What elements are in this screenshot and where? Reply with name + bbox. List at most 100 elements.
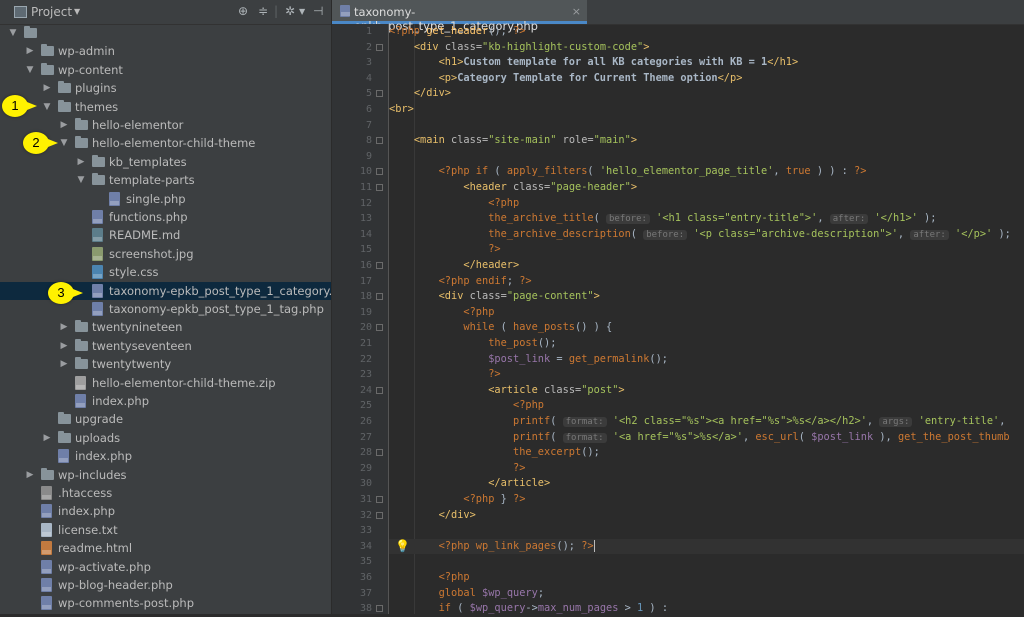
tree-file[interactable]: wp-blog-header.php [0,576,331,594]
tree-folder[interactable]: ▼ [0,24,331,42]
tree-item-label: twentynineteen [92,320,183,335]
callout-3: 3 [48,282,83,304]
line-number: 37 [359,587,372,599]
project-view-selector[interactable]: Project [31,5,72,19]
line-number: 17 [359,275,372,287]
gear-icon[interactable]: ✲ [285,4,295,18]
tree-folder[interactable]: ▶ hello-elementor [0,116,331,134]
tree-item-label: wp-includes [58,467,127,482]
img-file-icon [92,246,103,261]
fold-marker-icon[interactable] [376,168,383,176]
tree-folder[interactable]: ▼ wp-content [0,61,331,79]
php-file-icon [75,394,86,408]
line-number: 33 [359,525,372,537]
chevron-down-icon[interactable]: ▼ [76,171,86,189]
line-number: 15 [359,244,372,256]
tree-item-label: index.php [58,504,116,519]
chevron-down-icon[interactable]: ▼ [42,98,52,116]
line-number: 4 [365,72,372,84]
fold-marker-icon[interactable] [376,324,383,332]
tree-item-label: functions.php [109,210,188,224]
tree-item-label: taxonomy-epkb_post_type_1_category.php [109,283,332,298]
tree-file[interactable]: README.md [0,226,331,244]
close-icon[interactable]: × [572,5,581,18]
chevron-right-icon[interactable]: ▶ [25,42,35,60]
lightbulb-icon[interactable]: 💡 [395,539,410,553]
tree-file[interactable]: index.php [0,447,331,465]
line-number: 22 [359,353,372,365]
fold-marker-icon[interactable] [376,262,383,269]
separator: | [274,4,279,18]
tree-item-label: license.txt [58,522,118,537]
tree-file[interactable]: hello-elementor-child-theme.zip [0,374,331,392]
tree-folder[interactable]: ▶ twentyseventeen [0,337,331,355]
folder-icon [24,26,37,38]
tree-item-label: hello-elementor [92,118,184,132]
folder-icon [41,62,54,75]
line-number: 30 [359,478,372,490]
line-number: 8 [365,135,372,147]
hide-panel-icon[interactable]: ⊣ [313,4,323,18]
tree-folder[interactable]: ▼ themes [0,98,331,116]
tree-item-label: wp-blog-header.php [58,578,173,592]
tree-file[interactable]: .htaccess [0,484,331,502]
chevron-right-icon[interactable]: ▶ [59,116,69,134]
chevron-right-icon[interactable]: ▶ [25,466,35,484]
chevron-down-icon[interactable]: ▼ [74,7,80,16]
tree-folder[interactable]: ▼ template-parts [0,171,331,189]
chevron-right-icon[interactable]: ▶ [76,153,86,171]
tree-folder[interactable]: ▶ uploads [0,429,331,447]
chevron-right-icon[interactable]: ▶ [42,429,52,447]
fold-marker-icon[interactable] [376,449,383,457]
tree-folder[interactable]: ▶ plugins [0,79,331,97]
folder-icon [58,412,71,425]
chevron-down-icon[interactable]: ▼ [8,24,18,42]
locate-icon[interactable]: ⊕ [238,4,248,18]
chevron-right-icon[interactable]: ▶ [59,337,69,355]
tree-file[interactable]: taxonomy-epkb_post_type_1_tag.php [0,300,331,318]
tree-folder[interactable]: ▶ wp-includes [0,466,331,484]
editor-tab-active[interactable]: taxonomy-epkb_post_type_1_category.php × [332,0,587,33]
collapse-icon[interactable]: ≑ [258,4,268,18]
tree-folder[interactable]: ▶ twentytwenty [0,355,331,373]
fold-marker-icon[interactable] [376,605,383,613]
tree-file[interactable]: index.php [0,502,331,520]
tree-file[interactable]: license.txt [0,521,331,539]
tree-file[interactable]: single.php [0,190,331,208]
fold-marker-icon[interactable] [376,90,383,98]
fold-marker-icon[interactable] [376,137,383,145]
tree-file[interactable]: readme.html [0,539,331,557]
tree-item-label: readme.html [58,541,133,556]
tree-item-label: single.php [126,191,186,206]
line-number: 25 [359,400,372,412]
css-file-icon [92,265,103,280]
tree-file[interactable]: wp-activate.php [0,558,331,576]
project-toolbar: Project ▼ ⊕ ≑ | ✲ ▼ ⊣ [0,0,331,25]
tree-folder[interactable]: upgrade [0,410,331,428]
tree-file[interactable]: style.css [0,263,331,281]
chevron-down-icon[interactable]: ▼ [59,134,69,152]
chevron-right-icon[interactable]: ▶ [42,79,52,97]
chevron-down-icon[interactable]: ▼ [25,61,35,79]
tree-file[interactable]: index.php [0,392,331,410]
line-number: 3 [365,57,372,69]
tree-file[interactable]: functions.php [0,208,331,226]
fold-marker-icon[interactable] [376,43,383,51]
code-area[interactable]: <?php get_header(); ?> <div class="kb-hi… [389,24,1024,614]
tree-folder[interactable]: ▶ twentynineteen [0,318,331,336]
tree-file[interactable]: screenshot.jpg [0,245,331,263]
tree-folder[interactable]: ▶ kb_templates [0,153,331,171]
fold-marker-icon[interactable] [376,293,383,301]
tree-item-label: wp-activate.php [58,559,151,574]
chevron-right-icon[interactable]: ▶ [59,355,69,373]
line-number: 5 [365,88,372,100]
chevron-right-icon[interactable]: ▶ [59,318,69,336]
fold-marker-icon[interactable] [376,386,383,394]
tree-file[interactable]: wp-comments-post.php [0,594,331,612]
tree-item-label: wp-comments-post.php [58,596,195,611]
fold-marker-icon[interactable] [376,511,383,519]
fold-marker-icon[interactable] [376,184,383,191]
gear-menu-icon[interactable]: ▼ [299,7,305,16]
tree-folder[interactable]: ▶ wp-admin [0,42,331,60]
fold-marker-icon[interactable] [376,496,383,503]
